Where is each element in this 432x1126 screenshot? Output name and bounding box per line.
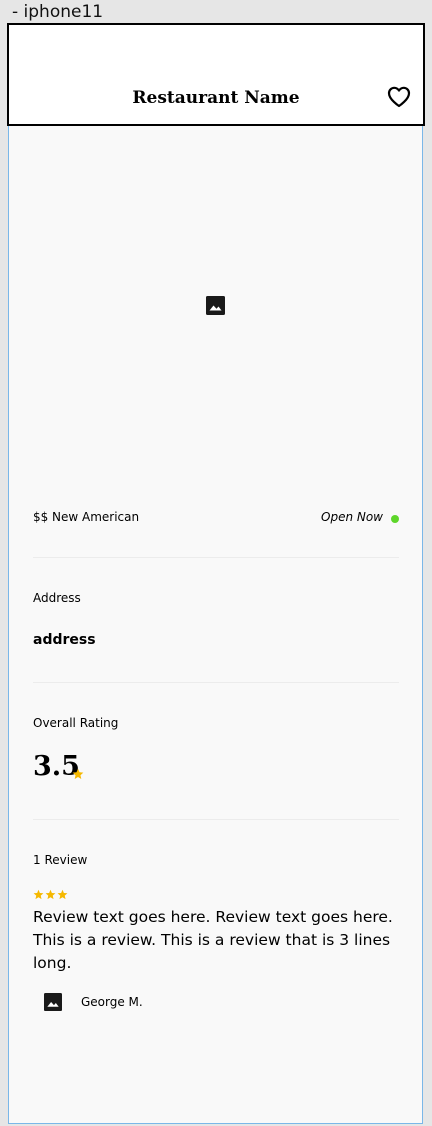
- avatar-image-icon: [44, 993, 62, 1011]
- star-icon: [72, 768, 84, 779]
- star-icon: [33, 889, 44, 900]
- divider: [33, 682, 399, 683]
- open-status-dot: [391, 515, 399, 523]
- address-label: Address: [33, 591, 81, 605]
- star-icon: [57, 889, 68, 900]
- overall-rating-label: Overall Rating: [33, 716, 119, 730]
- app-header: Restaurant Name: [7, 23, 425, 126]
- divider: [33, 557, 399, 558]
- star-icon: [45, 889, 56, 900]
- cuisine-type: New American: [52, 510, 140, 524]
- price-level: $$: [33, 510, 49, 524]
- divider: [33, 819, 399, 820]
- review-author: George M.: [81, 995, 143, 1009]
- open-status: Open Now: [321, 510, 383, 524]
- review-stars: [33, 885, 69, 904]
- heart-outline-icon[interactable]: [387, 86, 411, 108]
- restaurant-title: Restaurant Name: [132, 88, 300, 108]
- review-count-label: 1 Review: [33, 853, 88, 867]
- frame-label: - iphone11: [12, 2, 104, 22]
- address-value: address: [33, 632, 96, 648]
- review-text: Review text goes here. Review text goes …: [33, 908, 393, 972]
- image-icon: [206, 296, 225, 315]
